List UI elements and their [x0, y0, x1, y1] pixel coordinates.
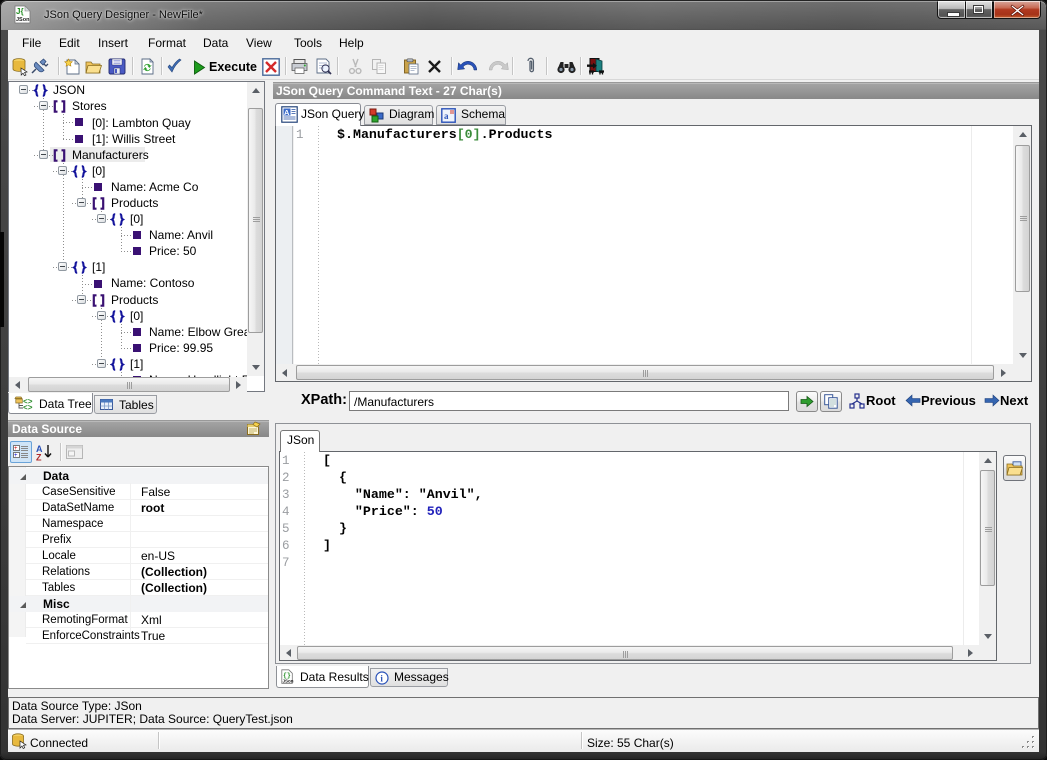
svg-text:JSon: JSon — [16, 17, 30, 23]
svg-text:a: a — [444, 111, 449, 121]
svg-text:Z: Z — [36, 453, 42, 463]
svg-text:JSon: JSon — [283, 679, 294, 684]
svg-text:J{: J{ — [16, 7, 24, 16]
svg-text:+: + — [14, 446, 18, 452]
svg-text:+: + — [14, 453, 18, 459]
svg-text:<>: <> — [23, 404, 33, 413]
svg-text:A: A — [284, 108, 290, 117]
